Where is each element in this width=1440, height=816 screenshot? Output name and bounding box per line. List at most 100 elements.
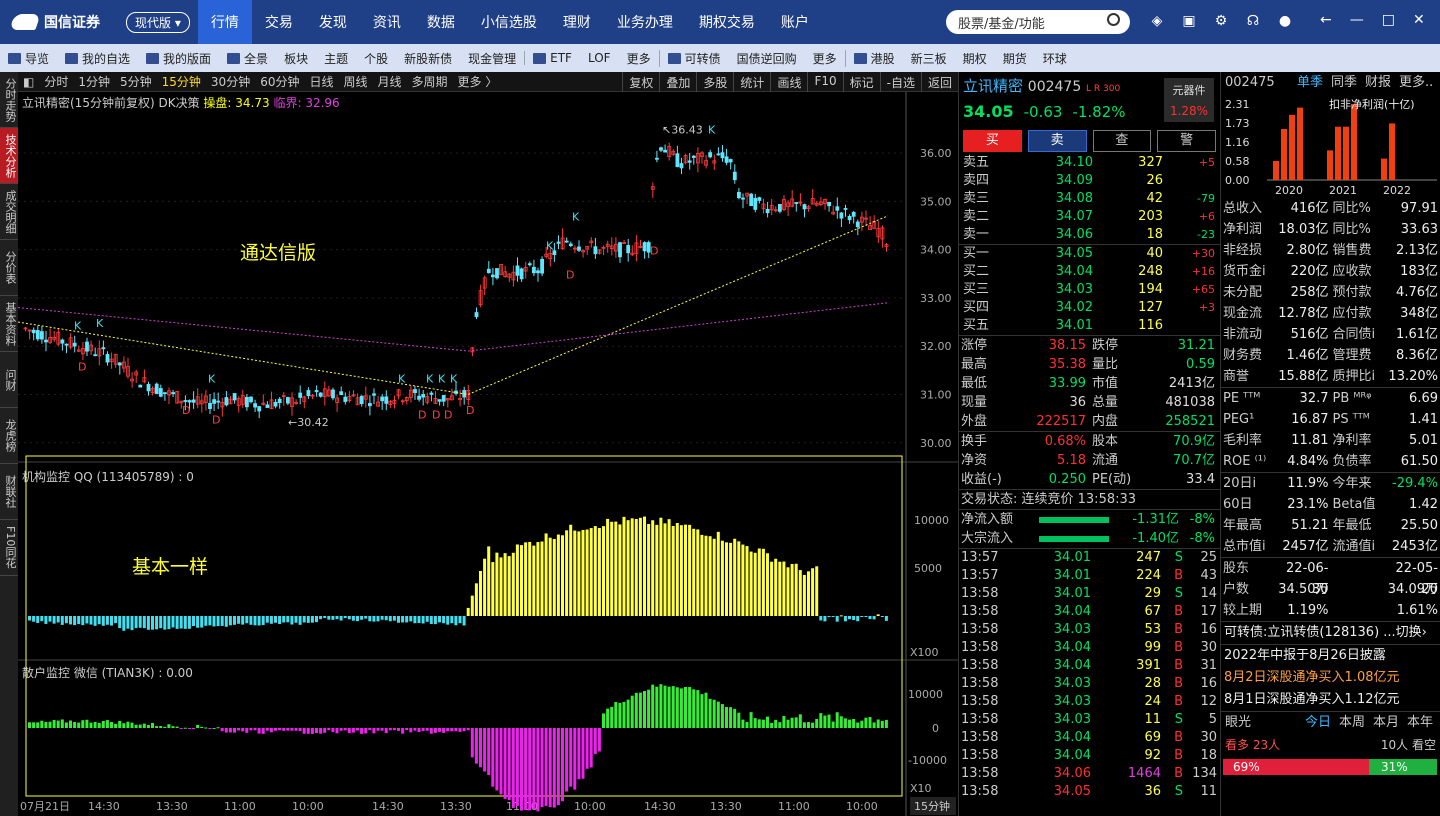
nav-item-3[interactable]: 资讯 — [360, 0, 414, 44]
period-tab-3[interactable]: 15分钟 — [157, 73, 206, 90]
toolbar-item-16[interactable]: 新三板 — [903, 50, 955, 67]
chart-tool-0[interactable]: 复权 — [622, 72, 659, 92]
toolbar-item-5[interactable]: 主题 — [316, 50, 356, 67]
fin-tab-2[interactable]: 财报 — [1365, 72, 1391, 94]
nav-item-8[interactable]: 期权交易 — [686, 0, 768, 44]
chart-tool-3[interactable]: 统计 — [733, 72, 770, 92]
chart-tool-1[interactable]: 叠加 — [659, 72, 696, 92]
left-tab-5[interactable]: 问财 — [0, 352, 18, 408]
period-tab-2[interactable]: 5分钟 — [115, 73, 157, 90]
news-item-2[interactable]: 8月1日深股通净买入1.12亿元 — [1221, 689, 1440, 711]
search-icon[interactable] — [1107, 13, 1120, 26]
layers-icon[interactable]: ◈ — [1148, 12, 1166, 30]
nav-item-7[interactable]: 业务办理 — [604, 0, 686, 44]
trade-button-3[interactable]: 警 — [1157, 130, 1216, 152]
period-tab-0[interactable]: 分时 — [39, 73, 73, 90]
profit-bar — [1273, 160, 1279, 180]
period-tab-8[interactable]: 月线 — [373, 73, 407, 90]
news-item-1[interactable]: 8月2日深股通净买入1.08亿元 — [1221, 667, 1440, 689]
tick-cell: B — [1174, 568, 1183, 583]
toolbar-item-7[interactable]: 新股新债 — [396, 50, 460, 67]
news-icon[interactable]: ▣ — [1180, 12, 1198, 30]
search-input[interactable]: 股票/基金/功能 — [946, 10, 1130, 34]
sector-box[interactable]: 元器件 1.28% — [1164, 78, 1214, 122]
fin-tab-0[interactable]: 单季 — [1297, 72, 1323, 94]
kline-chart[interactable]: 36.00 35.00 34.00 33.00 32.00 31.00 30.00 10000… — [18, 92, 958, 816]
eye-tab-3[interactable]: 本年 — [1407, 712, 1433, 734]
toolbar-item-13[interactable]: 国债逆回购 — [729, 50, 805, 67]
fin-tab-3[interactable]: 更多.. — [1399, 72, 1433, 94]
inst-monitor-bar — [692, 528, 696, 616]
nav-item-4[interactable]: 数据 — [414, 0, 468, 44]
left-tab-2[interactable]: 成交明细 — [0, 184, 18, 240]
inst-monitor-bar — [626, 520, 630, 616]
period-tab-4[interactable]: 30分钟 — [206, 73, 255, 90]
period-tab-1[interactable]: 1分钟 — [73, 73, 115, 90]
inst-monitor-bar — [134, 616, 138, 629]
toolbar-item-0[interactable]: 导览 — [0, 50, 57, 67]
chart-tool-6[interactable]: 标记 — [842, 72, 880, 92]
toolbar-item-4[interactable]: 板块 — [276, 50, 316, 67]
left-tab-7[interactable]: 财联社 — [0, 464, 18, 520]
period-tab-10[interactable]: 更多 〉 — [453, 73, 503, 90]
settings-icon[interactable]: ⚙ — [1212, 12, 1230, 30]
chart-tool-7[interactable]: -自选 — [879, 72, 921, 92]
left-tab-1[interactable]: 技术分析 — [0, 128, 18, 184]
left-tab-4[interactable]: 基本资料 — [0, 296, 18, 352]
period-tab-7[interactable]: 周线 — [339, 73, 373, 90]
chart-tool-2[interactable]: 多股 — [696, 72, 733, 92]
toolbar-item-3[interactable]: 全景 — [219, 50, 276, 67]
toolbar-item-6[interactable]: 个股 — [356, 50, 396, 67]
toolbar-item-11[interactable]: 更多 — [619, 50, 659, 67]
nav-item-0[interactable]: 行情 — [197, 0, 252, 44]
trade-button-0[interactable]: 买 — [963, 130, 1022, 152]
toolbar-item-17[interactable]: 期权 — [955, 50, 995, 67]
toolbar-item-15[interactable]: 港股 — [844, 49, 903, 67]
toolbar-item-18[interactable]: 期货 — [995, 50, 1035, 67]
headset-icon[interactable]: ☊ — [1244, 12, 1262, 30]
inst-monitor-bar — [659, 517, 663, 616]
toolbar-item-1[interactable]: 我的自选 — [57, 50, 138, 67]
period-tab-5[interactable]: 60分钟 — [255, 73, 304, 90]
left-tab-8[interactable]: F10同花 — [0, 520, 18, 576]
minimize-icon[interactable]: — — [1350, 12, 1364, 28]
close-icon[interactable]: ✕ — [1413, 12, 1425, 28]
news-item-0[interactable]: 2022年中报于8月26日披露 — [1221, 645, 1440, 667]
nav-item-1[interactable]: 交易 — [252, 0, 306, 44]
user-icon[interactable]: ● — [1276, 12, 1294, 30]
convertible-bond-line[interactable]: 可转债:立讯转债(128136) ...切换› — [1221, 622, 1440, 644]
trade-button-2[interactable]: 查 — [1092, 130, 1152, 152]
toolbar-item-14[interactable]: 更多 — [805, 50, 845, 67]
nav-item-6[interactable]: 理财 — [550, 0, 604, 44]
fin-tab-1[interactable]: 同季 — [1331, 72, 1357, 94]
trade-button-1[interactable]: 卖 — [1027, 130, 1087, 152]
chart-tool-4[interactable]: 画线 — [770, 72, 807, 92]
left-tab-3[interactable]: 分价表 — [0, 240, 18, 296]
panel-toggle-icon[interactable]: ◧ — [18, 75, 39, 89]
toolbar-item-12[interactable]: 可转债 — [658, 49, 729, 67]
period-tab-9[interactable]: 多周期 — [407, 73, 453, 90]
nav-item-9[interactable]: 账户 — [768, 0, 822, 44]
period-tab-6[interactable]: 日线 — [304, 73, 338, 90]
nav-item-2[interactable]: 发现 — [306, 0, 360, 44]
candle-body — [162, 392, 167, 394]
maximize-icon[interactable]: □ — [1382, 12, 1395, 28]
toolbar-item-9[interactable]: ETF — [524, 51, 580, 65]
chart-tool-5[interactable]: F10 — [807, 72, 842, 92]
toolbar-item-19[interactable]: 环球 — [1035, 50, 1075, 67]
retail-monitor-bar — [405, 728, 409, 731]
eye-tab-2[interactable]: 本月 — [1373, 712, 1399, 734]
nav-item-5[interactable]: 小信选股 — [468, 0, 550, 44]
toolbar-item-10[interactable]: LOF — [580, 51, 619, 65]
mode-switch-button[interactable]: 现代版 ▾ — [126, 11, 190, 33]
sub2-title: 散户监控 微信 (TIAN3K) : 0.00 — [22, 666, 193, 680]
back-icon[interactable]: ← — [1320, 12, 1332, 28]
eye-tab-0[interactable]: 今日 — [1305, 712, 1331, 734]
left-tab-6[interactable]: 龙虎榜 — [0, 408, 18, 464]
toolbar-item-8[interactable]: 现金管理 — [460, 50, 524, 67]
toolbar-item-2[interactable]: 我的版面 — [138, 50, 219, 67]
inst-monitor-bar — [146, 616, 150, 630]
left-tab-0[interactable]: 分时走势 — [0, 72, 18, 128]
eye-tab-1[interactable]: 本周 — [1339, 712, 1365, 734]
chart-tool-8[interactable]: 返回 — [920, 72, 958, 92]
